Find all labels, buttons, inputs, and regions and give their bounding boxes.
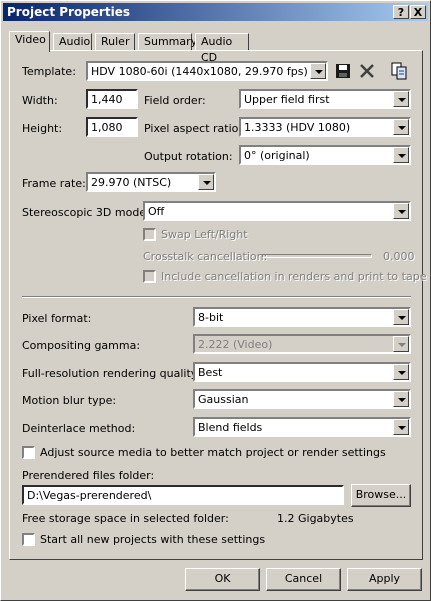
height-label: Height:	[22, 122, 63, 135]
include-cancellation-checkbox[interactable]	[143, 270, 156, 283]
swap-checkbox[interactable]	[143, 228, 156, 241]
adjust-source-label: Adjust source media to better match proj…	[40, 446, 386, 459]
browse-button[interactable]: Browse...	[351, 484, 411, 507]
field-order-label: Field order:	[144, 94, 206, 107]
apply-button[interactable]: Apply	[347, 568, 422, 591]
chevron-down-icon	[393, 119, 409, 135]
width-label: Width:	[22, 94, 58, 107]
start-all-label: Start all new projects with these settin…	[40, 533, 266, 546]
width-field[interactable]: 1,440	[86, 89, 138, 109]
tab-audio[interactable]: Audio	[53, 33, 92, 51]
chevron-down-icon	[393, 309, 409, 325]
stereo-value: Off	[148, 205, 165, 218]
pixel-aspect-value: 1.3333 (HDV 1080)	[244, 121, 351, 134]
storage-value: 1.2 Gigabytes	[277, 512, 354, 525]
prerender-folder-field[interactable]: D:\Vegas-prerendered\	[22, 485, 344, 505]
chevron-down-icon	[310, 63, 326, 79]
template-select[interactable]: HDV 1080-60i (1440x1080, 29.970 fps)	[86, 61, 328, 81]
pixel-aspect-label: Pixel aspect ratio:	[144, 122, 243, 135]
cancel-button[interactable]: Cancel	[266, 568, 341, 591]
ok-button[interactable]: OK	[185, 568, 260, 591]
output-rotation-label: Output rotation:	[144, 150, 233, 163]
frame-rate-value: 29.970 (NTSC)	[91, 176, 172, 189]
template-value: HDV 1080-60i (1440x1080, 29.970 fps)	[91, 65, 308, 78]
adjust-source-checkbox[interactable]	[22, 446, 35, 459]
video-tab-panel: Template: HDV 1080-60i (1440x1080, 29.97…	[9, 50, 427, 560]
tab-video[interactable]: Video	[9, 31, 50, 52]
stereo-select[interactable]: Off	[143, 201, 411, 221]
chevron-down-icon	[393, 91, 409, 107]
start-all-checkbox[interactable]	[22, 533, 35, 546]
tab-summary[interactable]: Summary	[138, 33, 197, 51]
render-quality-value: Best	[198, 366, 223, 379]
close-button[interactable]: X	[410, 5, 426, 19]
deinterlace-label: Deinterlace method:	[22, 422, 136, 435]
tab-ruler[interactable]: Ruler	[95, 33, 135, 51]
deinterlace-select[interactable]: Blend fields	[193, 417, 411, 437]
pixel-format-value: 8-bit	[198, 311, 224, 324]
chevron-down-icon	[393, 364, 409, 380]
chevron-down-icon	[393, 203, 409, 219]
template-label: Template:	[22, 65, 76, 78]
field-order-select[interactable]: Upper field first	[239, 89, 411, 109]
help-button[interactable]: ?	[393, 5, 409, 19]
prerender-label: Prerendered files folder:	[22, 469, 155, 482]
chevron-down-icon	[198, 174, 214, 190]
output-rotation-value: 0° (original)	[244, 149, 310, 162]
chevron-down-icon	[393, 147, 409, 163]
compositing-gamma-label: Compositing gamma:	[22, 339, 141, 352]
crosstalk-slider[interactable]	[262, 254, 372, 258]
pixel-format-select[interactable]: 8-bit	[193, 307, 411, 327]
save-icon[interactable]	[334, 62, 352, 80]
title-bar: Project Properties ? X	[3, 3, 428, 21]
pixel-format-label: Pixel format:	[22, 312, 92, 325]
window-title: Project Properties	[7, 5, 130, 19]
motion-blur-value: Gaussian	[198, 393, 249, 406]
crosstalk-label: Crosstalk cancellation:	[143, 250, 268, 263]
divider	[22, 296, 411, 298]
motion-blur-select[interactable]: Gaussian	[193, 389, 411, 409]
delete-icon[interactable]	[358, 62, 376, 80]
swap-label: Swap Left/Right	[161, 228, 248, 241]
stereo-label: Stereoscopic 3D mode:	[22, 206, 150, 219]
chevron-down-icon	[393, 391, 409, 407]
crosstalk-value: 0.000	[383, 250, 415, 263]
match-media-icon[interactable]	[390, 62, 408, 80]
render-quality-label: Full-resolution rendering quality:	[22, 367, 201, 380]
frame-rate-label: Frame rate:	[22, 177, 86, 190]
tab-audio-cd[interactable]: Audio CD	[195, 33, 249, 64]
deinterlace-value: Blend fields	[198, 421, 263, 434]
chevron-down-icon	[393, 419, 409, 435]
include-cancellation-label: Include cancellation in renders and prin…	[161, 270, 427, 283]
height-field[interactable]: 1,080	[86, 117, 138, 137]
pixel-aspect-select[interactable]: 1.3333 (HDV 1080)	[239, 117, 411, 137]
field-order-value: Upper field first	[244, 93, 330, 106]
storage-label: Free storage space in selected folder:	[22, 512, 229, 525]
project-properties-dialog: Project Properties ? X Video Audio Ruler…	[0, 0, 431, 601]
chevron-down-icon	[393, 336, 409, 352]
frame-rate-select[interactable]: 29.970 (NTSC)	[86, 172, 216, 192]
motion-blur-label: Motion blur type:	[22, 394, 117, 407]
render-quality-select[interactable]: Best	[193, 362, 411, 382]
compositing-gamma-value: 2.222 (Video)	[198, 338, 273, 351]
output-rotation-select[interactable]: 0° (original)	[239, 145, 411, 165]
compositing-gamma-select[interactable]: 2.222 (Video)	[193, 334, 411, 354]
